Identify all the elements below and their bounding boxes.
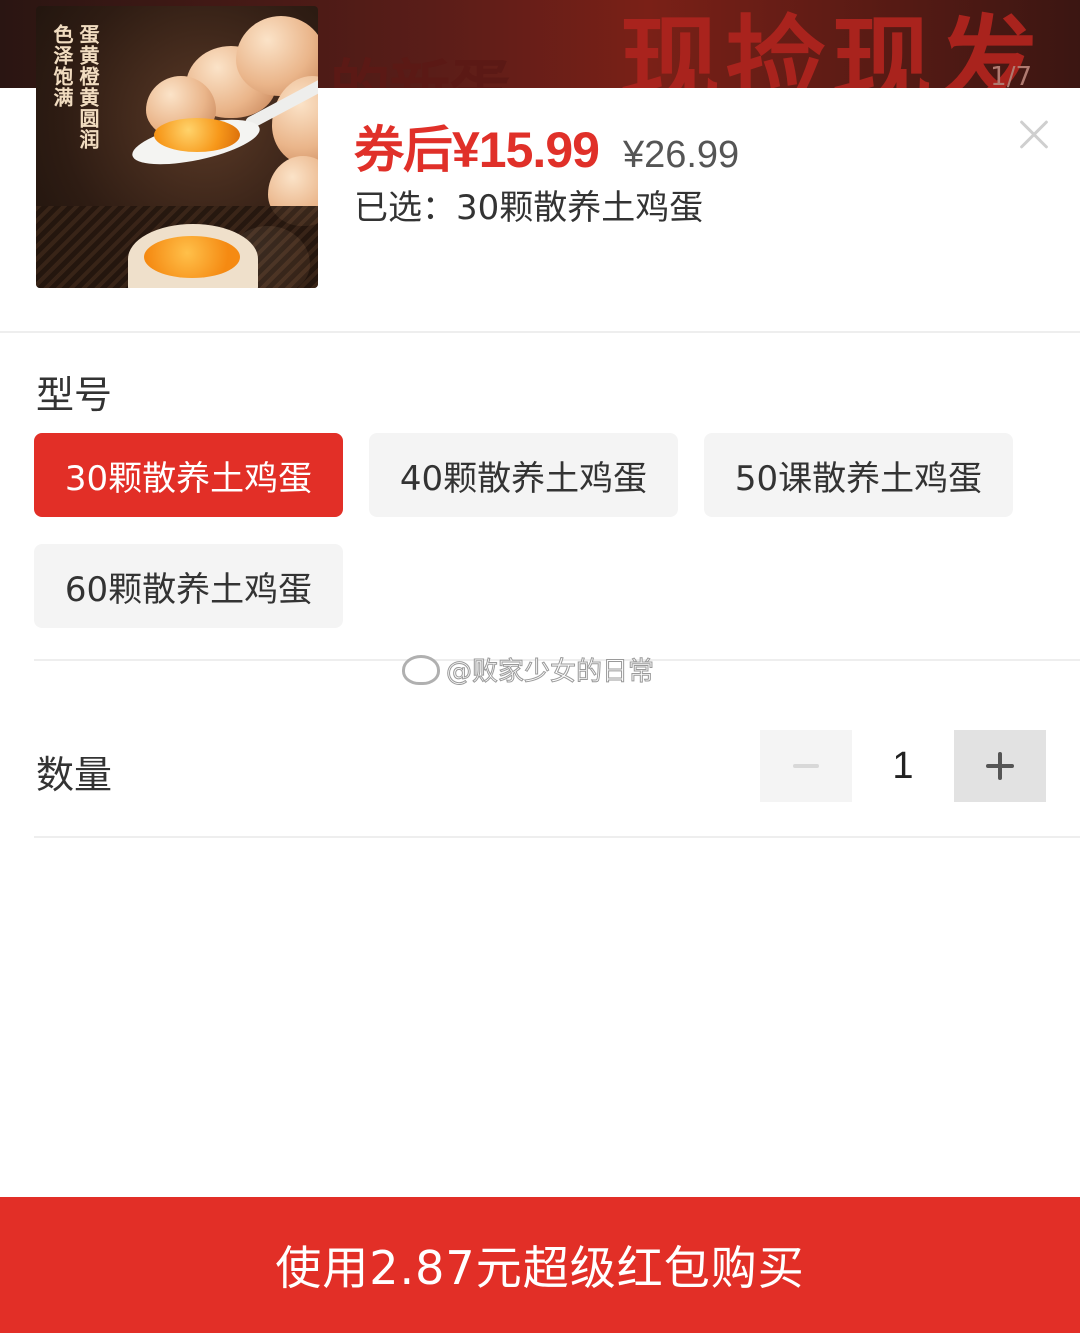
- spec-option-40[interactable]: 40颗散养土鸡蛋: [369, 433, 678, 517]
- close-icon[interactable]: [1014, 114, 1054, 154]
- image-counter: 1/7: [990, 62, 1032, 88]
- product-thumbnail[interactable]: 蛋黄橙黄圆润 色泽饱满: [36, 6, 318, 288]
- quantity-title: 数量: [36, 753, 113, 797]
- thumbnail-caption: 蛋黄橙黄圆润 色泽饱满: [50, 24, 100, 150]
- watermark-text: @败家少女的日常: [445, 657, 655, 688]
- decrease-button[interactable]: [760, 730, 852, 802]
- caption-line-1: 蛋黄橙黄圆润: [76, 24, 100, 150]
- divider: [0, 331, 1080, 333]
- increase-button[interactable]: [954, 730, 1046, 802]
- quantity-stepper: 1: [760, 730, 1046, 802]
- price-row: 券后¥15.99 ¥26.99: [354, 110, 739, 182]
- banner-headline: 现捡现发: [620, 4, 1044, 88]
- minus-icon: [793, 764, 819, 768]
- quantity-value[interactable]: 1: [852, 730, 954, 802]
- sku-selection-sheet: 蛋黄橙黄圆润 色泽饱满 券后¥15.99 ¥26.99 已选：30颗散养土鸡蛋 …: [0, 6, 1080, 1337]
- plus-icon: [986, 752, 1014, 780]
- spec-title: 型号: [36, 373, 113, 417]
- weibo-icon: [402, 654, 440, 685]
- divider: [34, 836, 1080, 838]
- original-price: ¥26.99: [622, 134, 740, 176]
- egg-shell-yolk: [144, 236, 240, 278]
- watermark: @败家少女的日常: [402, 651, 655, 688]
- spec-option-30[interactable]: 30颗散养土鸡蛋: [34, 433, 343, 517]
- spec-option-50[interactable]: 50课散养土鸡蛋: [704, 433, 1013, 517]
- egg-yolk: [154, 118, 240, 152]
- coupon-price: 券后¥15.99: [354, 122, 600, 178]
- buy-button[interactable]: 使用2.87元超级红包购买: [0, 1197, 1080, 1333]
- caption-line-2: 色泽饱满: [50, 24, 74, 108]
- selected-variant-text: 已选：30颗散养土鸡蛋: [354, 188, 704, 228]
- banner-subtext: 的新蛋: [330, 40, 510, 88]
- spec-option-60[interactable]: 60颗散养土鸡蛋: [34, 544, 343, 628]
